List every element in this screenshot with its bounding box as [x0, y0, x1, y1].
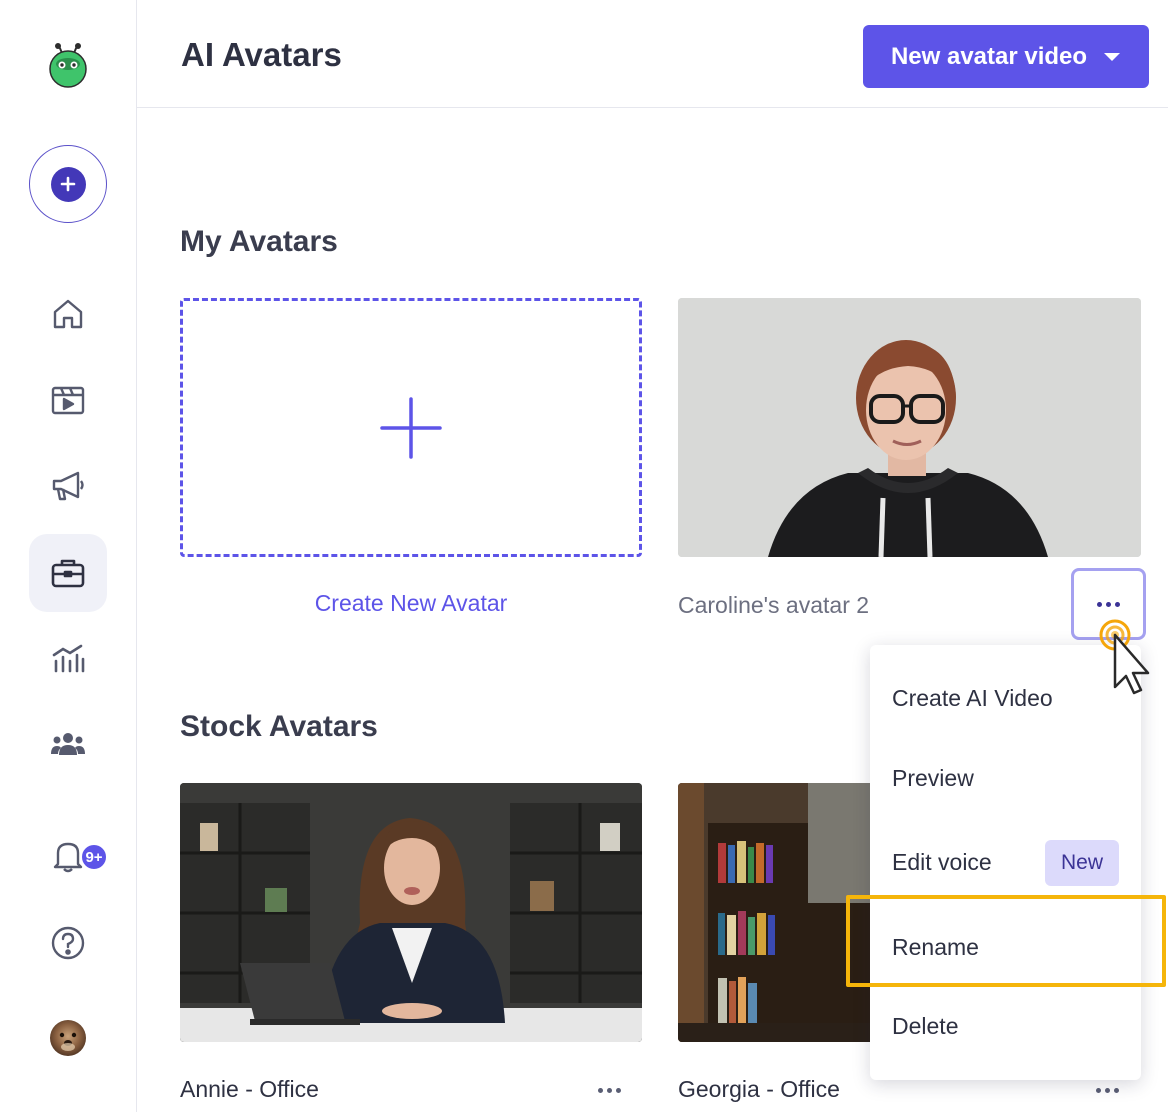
sidebar: 9+	[0, 0, 137, 1112]
sidebar-item-campaigns[interactable]	[30, 448, 106, 524]
sidebar-item-business[interactable]	[29, 534, 107, 612]
plus-icon	[380, 396, 442, 459]
megaphone-icon	[52, 471, 84, 501]
menu-item-delete[interactable]: Delete	[892, 1013, 958, 1040]
sidebar-item-home[interactable]	[30, 276, 106, 352]
new-avatar-video-label: New avatar video	[890, 42, 1088, 70]
create-new-button[interactable]	[29, 145, 107, 223]
sidebar-item-team[interactable]	[30, 706, 106, 782]
new-avatar-video-button[interactable]: New avatar video	[863, 25, 1149, 88]
briefcase-icon	[51, 559, 85, 588]
create-new-avatar-link[interactable]: Create New Avatar	[180, 590, 642, 617]
team-icon	[51, 733, 85, 755]
annie-more-options-button[interactable]	[598, 1088, 621, 1093]
help-button[interactable]	[30, 905, 106, 981]
home-icon	[53, 299, 83, 329]
mouse-cursor-icon	[1095, 613, 1155, 698]
avatar-thumbnail-caroline[interactable]	[678, 298, 1141, 557]
new-badge: New	[1045, 840, 1119, 886]
page-title: AI Avatars	[181, 36, 342, 73]
georgia-more-options-button[interactable]	[1096, 1088, 1119, 1093]
user-avatar[interactable]	[50, 1020, 86, 1056]
app-logo-icon[interactable]	[46, 42, 90, 88]
menu-item-edit-voice[interactable]: Edit voice	[892, 849, 992, 876]
stock-avatars-title: Stock Avatars	[180, 710, 378, 743]
clapperboard-icon	[51, 386, 85, 415]
sidebar-item-videos[interactable]	[30, 362, 106, 438]
notification-count-badge: 9+	[80, 843, 108, 871]
menu-item-create-ai-video[interactable]: Create AI Video	[892, 685, 1053, 712]
sidebar-item-analytics[interactable]	[30, 620, 106, 696]
avatar-name-caroline: Caroline's avatar 2	[678, 592, 870, 618]
avatar-name-georgia: Georgia - Office	[678, 1076, 840, 1102]
menu-item-preview[interactable]: Preview	[892, 765, 974, 792]
page-header: AI Avatars New avatar video	[137, 0, 1168, 108]
avatar-name-annie: Annie - Office	[180, 1076, 319, 1102]
caret-down-icon	[1104, 52, 1121, 61]
create-avatar-card[interactable]	[180, 298, 642, 557]
question-icon	[51, 926, 85, 960]
plus-icon	[50, 166, 86, 202]
my-avatars-title: My Avatars	[180, 225, 338, 258]
rename-highlight-box	[846, 895, 1166, 987]
avatar-context-menu: Create AI Video Preview Edit voice New R…	[870, 645, 1141, 1080]
avatar-thumbnail-annie[interactable]	[180, 783, 642, 1042]
analytics-icon	[52, 644, 85, 673]
